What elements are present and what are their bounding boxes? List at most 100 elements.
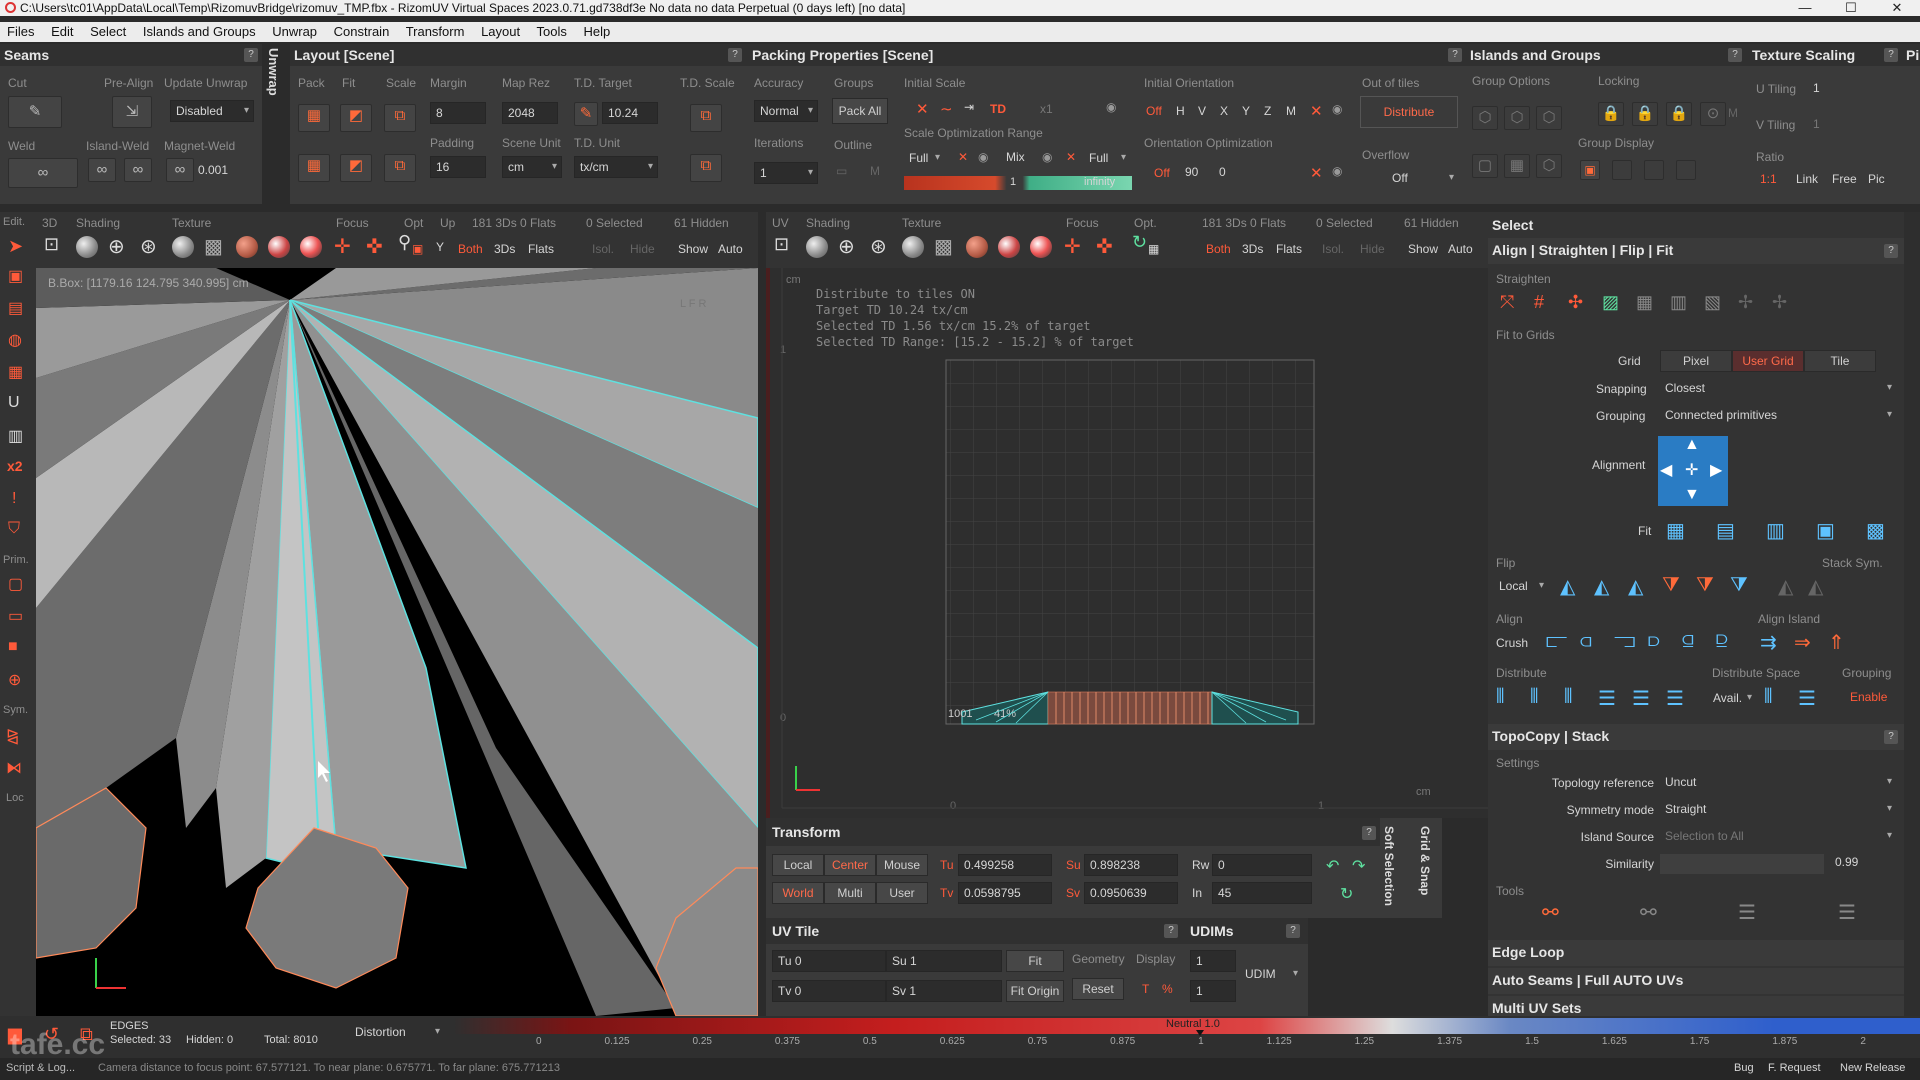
align-left-edge-icon[interactable]: ⫍ — [1546, 630, 1567, 653]
minimize-button[interactable]: — — [1790, 0, 1820, 16]
rw-input[interactable]: 0 — [1212, 854, 1312, 876]
flip-v2-icon[interactable]: ⧩ — [1696, 574, 1714, 597]
fit-icon[interactable]: ◩ — [340, 104, 372, 132]
magnet-select-icon[interactable]: U — [8, 394, 20, 412]
transform-mouse-button[interactable]: Mouse — [876, 854, 928, 876]
tv-input[interactable]: 0.0598795 — [958, 882, 1052, 904]
select-arrow-icon[interactable]: ➤ — [8, 236, 23, 257]
straighten-cross-icon[interactable]: ✣ — [1568, 292, 1583, 313]
orientation-x-button[interactable]: X — [1220, 104, 1228, 118]
udims-u-input[interactable]: 1 — [1190, 950, 1236, 972]
v-tiling-input[interactable]: 1 — [1808, 114, 1868, 136]
uv-tile-t-button[interactable]: T — [1142, 982, 1149, 996]
pack-icon[interactable]: ▦ — [298, 104, 330, 132]
udims-v-input[interactable]: 1 — [1190, 980, 1236, 1002]
orientation-opt-off-button[interactable]: Off — [1154, 166, 1170, 180]
similarity-input[interactable]: 0.99 — [1830, 852, 1890, 874]
udims-help-button[interactable]: ? — [1286, 924, 1300, 938]
prim-fill-icon[interactable]: ■ — [8, 638, 18, 656]
scale-min-off-icon[interactable]: ✕ — [958, 150, 968, 164]
uv-focus-all-icon[interactable]: ✜ — [1096, 234, 1113, 259]
group-add-icon[interactable]: ⬡ — [1504, 106, 1530, 130]
straighten-diag-icon[interactable]: ▨ — [1602, 292, 1619, 313]
filter-3ds-button[interactable]: 3Ds — [494, 242, 515, 256]
initial-scale-eye-icon[interactable]: ◉ — [1106, 100, 1116, 114]
uv-tile-su-input[interactable]: Su 1 — [886, 950, 1002, 972]
packing-help-button[interactable]: ? — [1448, 48, 1462, 62]
uv-texture-checker-icon[interactable]: ▩ — [934, 234, 953, 259]
initial-scale-arrow-icon[interactable]: ⇥ — [964, 100, 974, 114]
lock-icon[interactable]: 🔒 — [1598, 102, 1624, 126]
in-input[interactable]: 45 — [1212, 882, 1312, 904]
map-rez-input[interactable]: 2048 — [502, 102, 558, 124]
topocopy-help-button[interactable]: ? — [1884, 730, 1898, 744]
up-axis-select[interactable]: Y — [436, 240, 444, 254]
flip-u2-icon[interactable]: ◭ — [1594, 574, 1609, 599]
menu-tools[interactable]: Tools — [537, 24, 567, 39]
orientation-reset-icon[interactable]: ✕ — [1310, 102, 1323, 120]
new-release-button[interactable]: New Release — [1840, 1062, 1905, 1074]
maximize-button[interactable]: ☐ — [1836, 0, 1866, 16]
menu-layout[interactable]: Layout — [481, 24, 520, 39]
sv-input[interactable]: 0.0950639 — [1084, 882, 1178, 904]
x2-button[interactable]: x2 — [7, 458, 23, 474]
uv-shading-solid-icon[interactable] — [806, 236, 828, 258]
align-island-b-icon[interactable]: ⇒ — [1794, 630, 1811, 655]
uv-hide-button[interactable]: Hide — [1360, 242, 1385, 256]
multi-uv-sets-header[interactable]: Multi UV Sets — [1488, 996, 1904, 1016]
flip-u3-icon[interactable]: ◭ — [1628, 574, 1643, 599]
orientation-off-button[interactable]: Off — [1146, 104, 1162, 118]
group-display-d-icon[interactable] — [1612, 160, 1632, 180]
iterations-select[interactable]: 1 — [754, 162, 818, 184]
menu-constrain[interactable]: Constrain — [334, 24, 390, 39]
prim-box-icon[interactable]: ▢ — [8, 574, 23, 594]
magnet-weld-value[interactable]: 0.001 — [198, 163, 228, 177]
locking-m[interactable]: M — [1728, 106, 1738, 120]
accuracy-select[interactable]: Normal — [754, 100, 818, 122]
topology-reference-select[interactable]: Uncut — [1660, 772, 1896, 794]
distribute-h2-icon[interactable]: ⫴ — [1530, 686, 1538, 709]
grid-user-grid-button[interactable]: User Grid — [1732, 350, 1804, 372]
orientation-opt-eye-icon[interactable]: ◉ — [1332, 164, 1342, 178]
grouping-enable-button[interactable]: Enable — [1850, 690, 1887, 704]
stack-sym-u-icon[interactable]: ◭ — [1778, 574, 1793, 599]
symmetry-icon[interactable]: ⧎ — [6, 726, 19, 746]
align-right-icon[interactable]: ▶ — [1710, 460, 1722, 480]
viewport3d-canvas[interactable]: B.Box: [1179.16 124.795 340.995] cm L F … — [36, 268, 758, 1016]
uv-tile-reset-button[interactable]: Reset — [1072, 978, 1124, 1000]
fit-grid-icon[interactable]: ◩ — [340, 154, 372, 182]
group-display-b-icon[interactable]: ▦ — [1504, 154, 1530, 178]
distribute-v2-icon[interactable]: ☰ — [1632, 686, 1650, 711]
uv-tile-percent-button[interactable]: % — [1162, 982, 1173, 996]
uv-tile-tu-input[interactable]: Tu 0 — [772, 950, 886, 972]
scale-range-max-select[interactable]: Full — [1084, 148, 1130, 170]
flip-mode-select[interactable]: Local — [1494, 576, 1548, 598]
alignment-pad[interactable]: ▲ ▼ ◀ ▶ ✛ — [1658, 436, 1728, 506]
menu-islands-and-groups[interactable]: Islands and Groups — [143, 24, 256, 39]
uv-isolate-button[interactable]: Isol. — [1322, 242, 1344, 256]
lock-selected-icon[interactable]: 🔒 — [1666, 102, 1692, 126]
transform-user-button[interactable]: User — [876, 882, 928, 904]
udims-mode-select[interactable]: UDIM — [1240, 964, 1302, 986]
flip-v-icon[interactable]: ⧩ — [1662, 574, 1680, 597]
opt-pin-icon[interactable]: ⚲ — [398, 232, 411, 253]
island-select-icon[interactable]: ▦ — [8, 362, 23, 382]
focus-target-icon[interactable]: ✛ — [334, 234, 351, 259]
uv-opt-grid-icon[interactable]: ▦ — [1148, 242, 1159, 256]
uv-filter-both-button[interactable]: Both — [1206, 242, 1231, 256]
uv-focus-target-icon[interactable]: ✛ — [1064, 234, 1081, 259]
scale-mix-button[interactable]: Mix — [1006, 150, 1025, 164]
uv-tile-fit-button[interactable]: Fit — [1006, 950, 1064, 972]
group-display-color-icon[interactable]: ▣ — [1580, 160, 1600, 180]
distribute-h1-icon[interactable]: ⫴ — [1496, 686, 1504, 709]
straighten-block-icon[interactable]: ▦ — [1636, 292, 1653, 313]
orientation-v-button[interactable]: V — [1198, 104, 1206, 118]
opt-lock-icon[interactable]: ▣ — [412, 242, 423, 256]
grid-snap-tab[interactable]: Grid & Snap — [1418, 826, 1432, 895]
su-input[interactable]: 0.898238 — [1084, 854, 1178, 876]
texture-distortion-icon[interactable] — [268, 236, 290, 258]
pre-align-icon[interactable]: ⇲ — [112, 96, 152, 128]
uv-tile-tv-input[interactable]: Tv 0 — [772, 980, 886, 1002]
td-target-input[interactable]: 10.24 — [602, 102, 658, 124]
transform-center-button[interactable]: Center — [824, 854, 876, 876]
